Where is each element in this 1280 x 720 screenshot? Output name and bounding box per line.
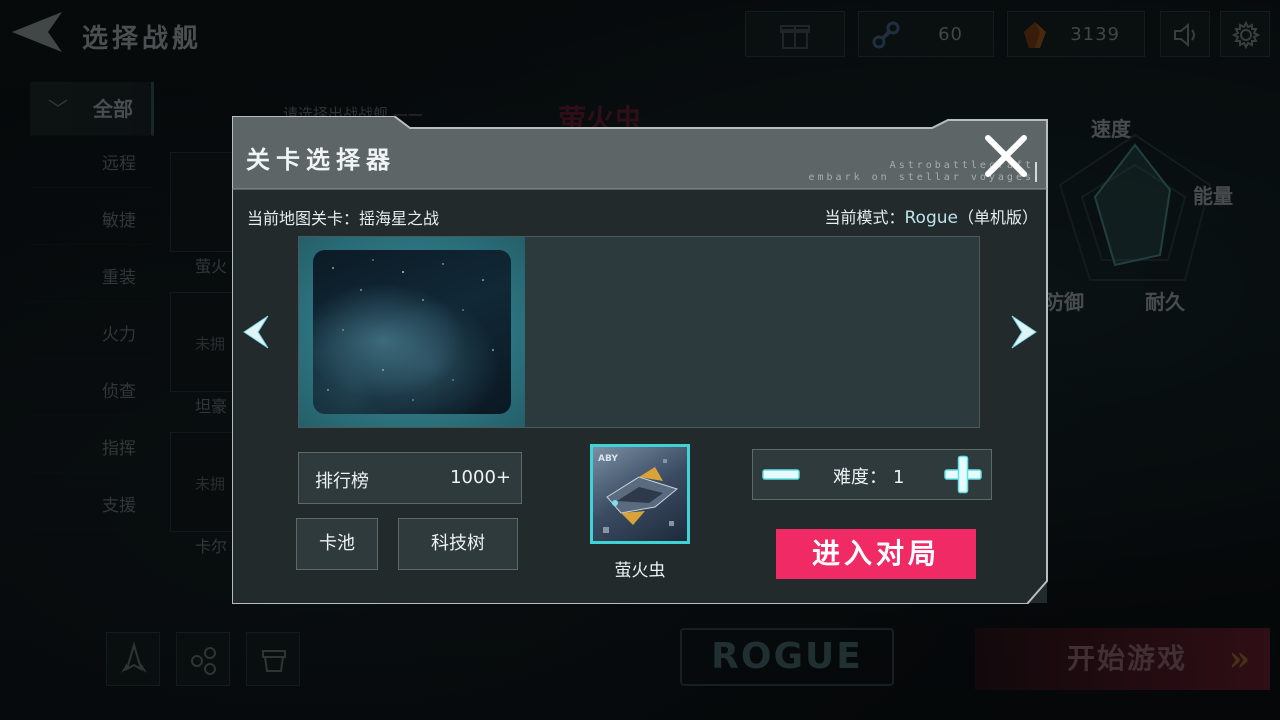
prev-level-button[interactable] bbox=[240, 314, 272, 350]
leaderboard-button[interactable]: 排行榜 1000+ bbox=[298, 452, 522, 504]
ship-portrait: ABY bbox=[598, 454, 679, 533]
current-mode-info: 当前模式：Rogue（单机版） bbox=[824, 204, 1038, 228]
dialog-title: 关卡选择器 bbox=[246, 146, 396, 174]
leaderboard-label: 排行榜 bbox=[315, 471, 369, 492]
current-level-info: 当前地图关卡：摇海星之战 bbox=[247, 205, 439, 229]
next-level-button[interactable] bbox=[1008, 314, 1040, 350]
difficulty-stepper: 难度： 1 bbox=[752, 449, 992, 500]
close-button[interactable] bbox=[982, 132, 1030, 180]
starfield bbox=[327, 259, 494, 401]
plus-icon bbox=[944, 455, 982, 494]
minus-icon bbox=[762, 469, 800, 480]
enter-match-button[interactable]: 进入对局 bbox=[776, 529, 976, 579]
map-thumbnail-frame[interactable] bbox=[299, 237, 525, 427]
current-mode-suffix: （单机版） bbox=[957, 208, 1038, 227]
difficulty-label: 难度： bbox=[833, 467, 887, 488]
map-preview-panel bbox=[298, 236, 980, 428]
current-level-label: 当前地图关卡： bbox=[247, 209, 360, 228]
difficulty-value: 1 bbox=[893, 467, 905, 488]
leaderboard-rank: 1000+ bbox=[450, 467, 511, 488]
chevron-right-icon bbox=[1011, 315, 1037, 349]
difficulty-decrease-button[interactable] bbox=[755, 452, 807, 497]
current-level-name: 摇海星之战 bbox=[359, 209, 440, 228]
current-mode-label: 当前模式： bbox=[824, 208, 905, 227]
current-mode-name: Rogue bbox=[904, 208, 958, 228]
map-thumbnail bbox=[313, 250, 511, 414]
card-pool-button[interactable]: 卡池 bbox=[296, 518, 378, 570]
selected-ship-slot[interactable]: ABY bbox=[590, 444, 690, 544]
difficulty-display: 难度： 1 bbox=[833, 463, 904, 489]
svg-text:ABY: ABY bbox=[598, 454, 618, 464]
selected-ship-name: 萤火虫 bbox=[614, 561, 666, 581]
tech-tree-button[interactable]: 科技树 bbox=[398, 518, 518, 570]
chevron-left-icon bbox=[243, 315, 269, 349]
close-icon bbox=[985, 135, 1027, 177]
level-selector-dialog: 关卡选择器 Astrobattlecraft embark on stellar… bbox=[232, 116, 1048, 604]
difficulty-increase-button[interactable] bbox=[937, 452, 989, 497]
